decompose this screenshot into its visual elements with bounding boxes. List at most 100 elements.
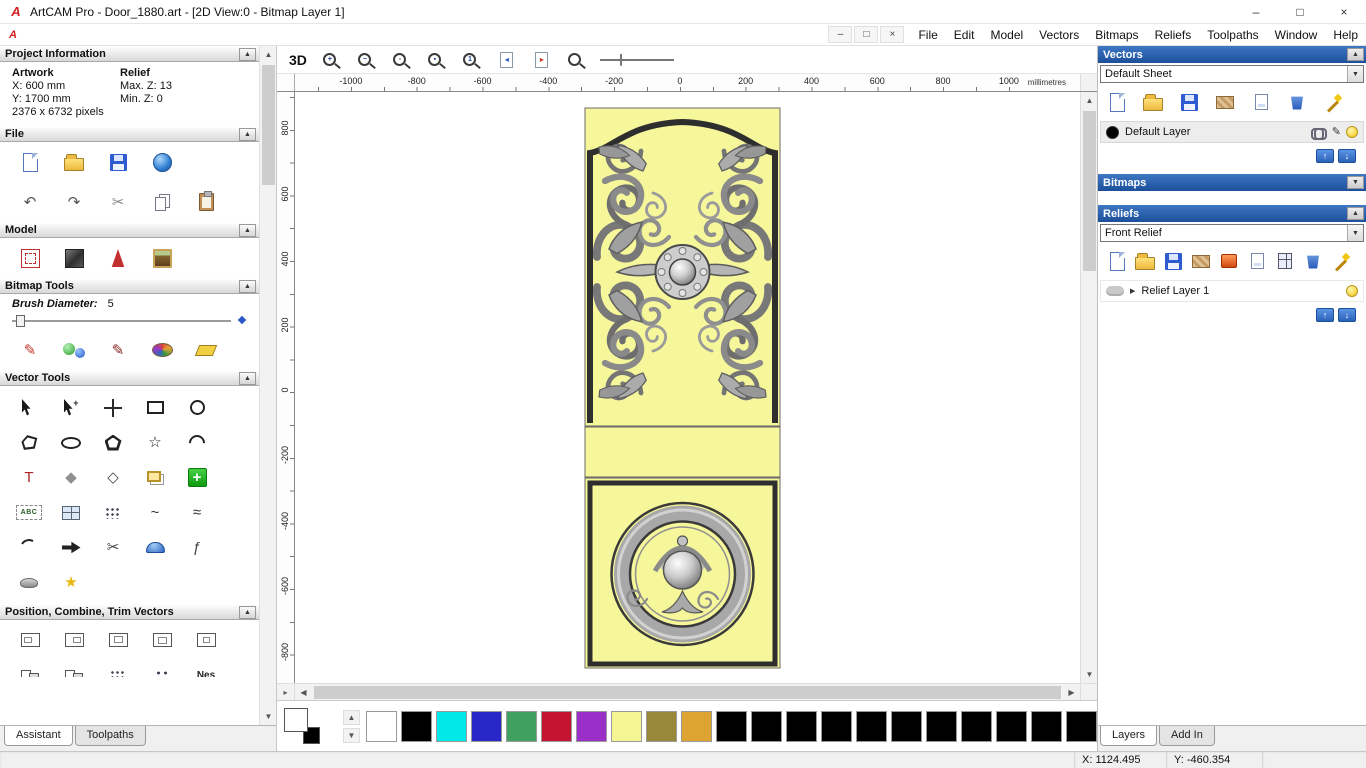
trim-vectors-icon[interactable]: ✂ [92, 530, 134, 565]
import-relief-icon[interactable] [1106, 250, 1128, 272]
block-paste-icon[interactable]: + [176, 460, 218, 495]
zoom-in-icon[interactable]: + [320, 48, 344, 72]
collapse-reliefs-button[interactable]: ▲ [1347, 207, 1364, 220]
tab-assistant[interactable]: Assistant [4, 726, 73, 746]
offset-vector-icon[interactable] [134, 460, 176, 495]
sheet-selector[interactable]: Default Sheet ▼ [1100, 65, 1364, 83]
block-copy-icon[interactable] [102, 661, 134, 677]
palette-swatch[interactable] [751, 710, 782, 742]
create-circle-icon[interactable] [176, 390, 218, 425]
palette-swatch[interactable] [926, 710, 957, 742]
palette-swatch[interactable] [541, 710, 572, 742]
layer-visibility-icon[interactable] [1346, 126, 1358, 138]
colour-palette-icon[interactable] [146, 335, 178, 365]
palette-swatch[interactable] [891, 710, 922, 742]
palette-swatch[interactable] [1031, 710, 1062, 742]
palette-swatch[interactable] [856, 710, 887, 742]
paste-array-icon[interactable] [92, 495, 134, 530]
close-button[interactable]: × [1322, 0, 1366, 23]
paste-icon[interactable] [190, 187, 222, 217]
set-model-size-icon[interactable] [14, 243, 46, 273]
save-model-icon[interactable] [102, 147, 134, 177]
measure-icon[interactable]: ◆ [50, 460, 92, 495]
tab-layers[interactable]: Layers [1100, 726, 1158, 746]
scrollbar-thumb[interactable] [1082, 111, 1096, 271]
menu-toolpaths[interactable]: Toolpaths [1199, 26, 1266, 44]
move-layer-up-button[interactable]: ↑ [1316, 149, 1334, 163]
merge-relief-layers-icon[interactable] [1330, 250, 1352, 272]
toggle-3d-view-button[interactable]: 3D [289, 52, 307, 68]
create-dome-icon[interactable] [134, 530, 176, 565]
nesting-icon[interactable]: Nes [190, 661, 222, 678]
cut-icon[interactable]: ✂ [102, 187, 134, 217]
collapse-project-information-button[interactable]: ▲ [239, 47, 256, 61]
maximize-button[interactable]: □ [1278, 0, 1322, 23]
relief-selector[interactable]: Front Relief ▼ [1100, 224, 1364, 242]
snap-layer-icon[interactable] [1310, 127, 1327, 140]
scroll-down-icon[interactable]: ▼ [260, 708, 276, 725]
relief-texture-icon[interactable] [1190, 250, 1212, 272]
menu-help[interactable]: Help [1325, 26, 1366, 44]
palette-swatch[interactable] [961, 710, 992, 742]
palette-swatch[interactable] [716, 710, 747, 742]
menu-model[interactable]: Model [982, 26, 1031, 44]
copy-icon[interactable] [146, 187, 178, 217]
palette-scrollbar[interactable]: ▲ ▼ [343, 709, 360, 743]
minimize-button[interactable]: – [1234, 0, 1278, 23]
tab-add-in[interactable]: Add In [1159, 726, 1215, 746]
vector-doctor-icon[interactable]: ★ [50, 565, 92, 600]
mdi-close-button[interactable]: × [880, 26, 905, 43]
load-relief-layer-icon[interactable] [1134, 250, 1156, 272]
scrollbar-thumb[interactable] [261, 65, 275, 185]
slider-handle[interactable] [16, 315, 25, 327]
align-left-icon[interactable] [14, 625, 46, 655]
create-text-icon[interactable]: T [8, 460, 50, 495]
wrap-vectors-icon[interactable] [50, 530, 92, 565]
align-right-icon[interactable] [58, 625, 90, 655]
primary-secondary-colour-indicator[interactable] [283, 707, 323, 745]
tab-toolpaths[interactable]: Toolpaths [74, 726, 146, 746]
scrollbar-thumb[interactable] [314, 685, 1061, 699]
chevron-down-icon[interactable]: ▼ [1347, 66, 1363, 82]
interactive-distort-icon[interactable] [8, 565, 50, 600]
assistant-scrollbar[interactable]: ▲ ▼ [259, 46, 276, 725]
create-polygon-icon[interactable] [92, 425, 134, 460]
slider-track[interactable] [12, 320, 231, 322]
align-top-icon[interactable] [102, 625, 134, 655]
delete-vector-layer-icon[interactable] [1286, 91, 1308, 113]
join-vectors-icon[interactable]: ≈ [176, 495, 218, 530]
vector-layer-row[interactable]: Default Layer ✎ [1100, 121, 1364, 143]
menu-bitmaps[interactable]: Bitmaps [1087, 26, 1146, 44]
layer-visibility-icon[interactable] [1346, 285, 1358, 297]
new-vector-layer-icon[interactable] [1250, 91, 1272, 113]
canvas-horizontal-scrollbar[interactable]: ▸ ◀ ▶ [277, 683, 1097, 701]
layer-colour-swatch[interactable] [1106, 125, 1119, 139]
create-ellipse-icon[interactable] [50, 425, 92, 460]
load-vector-layer-icon[interactable] [1142, 91, 1164, 113]
flood-fill-icon[interactable] [58, 335, 90, 365]
collapse-vector-tools-button[interactable]: ▲ [239, 371, 256, 385]
relief-operations-icon[interactable] [1218, 250, 1240, 272]
fillet-icon[interactable]: ◇ [92, 460, 134, 495]
edit-layer-icon[interactable]: ✎ [1332, 126, 1341, 138]
load-bitmap-icon[interactable] [146, 243, 178, 273]
save-vector-layer-icon[interactable] [1178, 91, 1200, 113]
group-vectors-icon[interactable] [14, 661, 46, 677]
primary-colour-swatch[interactable] [284, 708, 308, 732]
paint-selective-icon[interactable]: ✎ [102, 335, 134, 365]
palette-swatch[interactable] [821, 710, 852, 742]
palette-swatch[interactable] [996, 710, 1027, 742]
scroll-right-icon[interactable]: ▶ [1063, 684, 1080, 701]
model-material-icon[interactable] [58, 243, 90, 273]
palette-swatch[interactable] [401, 710, 432, 742]
zoom-drawing-icon[interactable]: ▪ [425, 48, 449, 72]
drawing-canvas[interactable] [295, 92, 1080, 683]
scroll-left-icon[interactable]: ◀ [295, 684, 312, 701]
mdi-restore-button[interactable]: □ [854, 26, 879, 43]
menu-edit[interactable]: Edit [946, 26, 983, 44]
menu-reliefs[interactable]: Reliefs [1147, 26, 1200, 44]
calculate-relief-icon[interactable] [1274, 250, 1296, 272]
palette-swatch[interactable] [646, 710, 677, 742]
menu-file[interactable]: File [910, 26, 945, 44]
zoom-objects-icon[interactable] [565, 48, 589, 72]
